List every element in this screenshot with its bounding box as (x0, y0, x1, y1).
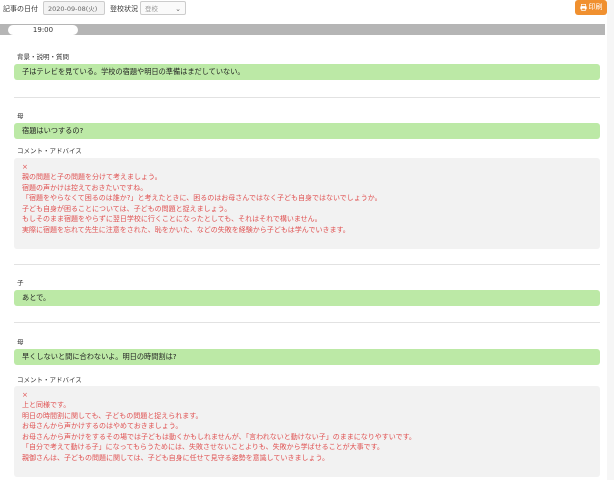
chevron-down-icon: ⌄ (175, 5, 181, 13)
cross-mark: × (22, 163, 28, 171)
background-bubble: 子はテレビを見ている。学校の宿題や明日の準備はまだしていない。 (14, 64, 600, 80)
conversation-panel: 背景・説明・質問 子はテレビを見ている。学校の宿題や明日の準備はまだしていない。… (0, 37, 605, 480)
status-label: 登校状況 (110, 5, 138, 13)
advice-line: もしそのまま宿題をやらずに翌日学校に行くことになったとしても、それはそれで構いま… (22, 215, 322, 224)
advice-line: 親の問題と子の問題を分けて考えましょう。 (22, 173, 162, 181)
divider (14, 264, 600, 265)
cross-mark: × (22, 391, 28, 399)
advice-line: 「自分で考えて動ける子」になってもらうためには、失敗させないことよりも、失敗から… (22, 443, 384, 452)
child-bubble: あとで。 (14, 290, 600, 306)
advice-line: 子ども自身が困ることについては、子どもの問題と捉えましょう。 (22, 204, 232, 213)
status-value: 登校 (145, 5, 158, 13)
time-pill: 19:00 (8, 25, 78, 35)
print-label: 印刷 (588, 3, 603, 11)
mother-bubble: 宿題はいつするの? (14, 123, 600, 139)
timeline-bar (0, 24, 605, 35)
advice-box: × 親の問題と子の問題を分けて考えましょう。 宿題の声かけは控えておきたいですね… (14, 158, 600, 249)
advice-line: お母さんから声かけをするその場では子どもは動くかもしれませんが、「言われないと動… (22, 432, 416, 441)
speaker-label-mother: 母 (17, 112, 24, 120)
status-select[interactable]: 登校 ⌄ (140, 1, 186, 15)
advice-line: 明日の時間割に関しても、子どもの問題と捉えられます。 (22, 411, 203, 420)
advice-line: 「宿題をやらなくて困るのは誰か?」と考えたときに、困るのはお母さんではなく子ども… (22, 194, 382, 203)
advice-label: コメント・アドバイス (17, 147, 82, 155)
advice-label: コメント・アドバイス (17, 376, 82, 384)
toolbar: 記事の日付 2020-09-08(火) 登校状況 登校 ⌄ 印刷 (0, 0, 614, 22)
advice-line: お母さんから声かけするのはやめておきましょう。 (22, 422, 183, 431)
date-field[interactable]: 2020-09-08(火) (43, 1, 105, 15)
advice-line: 親御さんは、子どもの問題に関しては、子ども自身に任せて見守る姿勢を意識していきま… (22, 453, 330, 462)
advice-line: 宿題の声かけは控えておきたいですね。 (22, 183, 148, 192)
mother-bubble: 早くしないと間に合わないよ。明日の時間割は? (14, 349, 600, 365)
divider (14, 322, 600, 323)
speaker-label-child: 子 (17, 279, 24, 287)
speaker-label-mother: 母 (17, 338, 24, 346)
printer-icon (579, 3, 587, 11)
scrollbar[interactable] (607, 0, 614, 480)
advice-line: 実際に宿題を忘れて先生に注意をされた、恥をかいた、などの失敗を経験から子どもは学… (22, 225, 350, 234)
advice-box: × 上と同様です。 明日の時間割に関しても、子どもの問題と捉えられます。 お母さ… (14, 386, 600, 477)
date-label: 記事の日付 (3, 5, 38, 13)
advice-line: 上と同様です。 (22, 401, 71, 409)
print-button[interactable]: 印刷 (575, 0, 607, 15)
background-label: 背景・説明・質問 (17, 53, 69, 61)
divider (14, 97, 600, 98)
